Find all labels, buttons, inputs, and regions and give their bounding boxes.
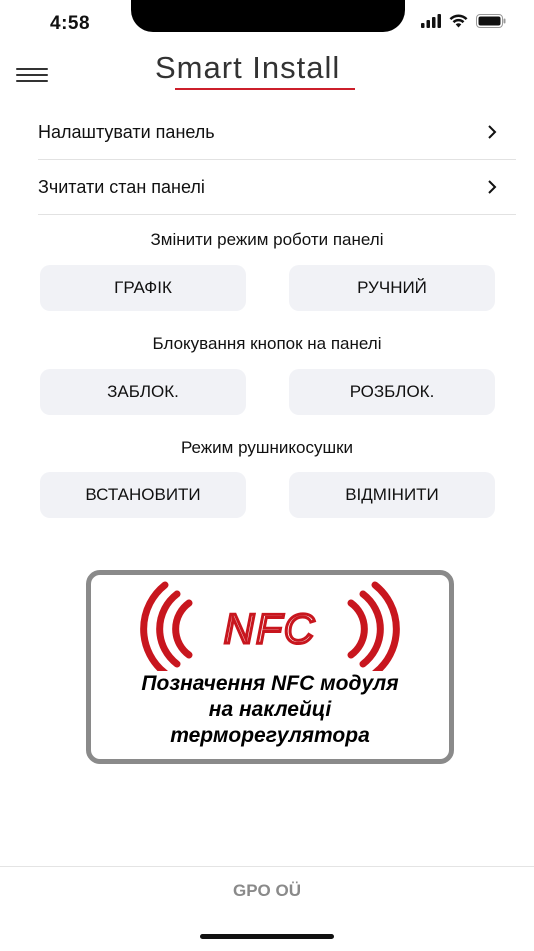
nfc-sticker-card: NFC Позначення NFC модуля на наклейці те… — [86, 570, 454, 764]
unlock-button[interactable]: РОЗБЛОК. — [289, 369, 495, 415]
hamburger-menu-icon[interactable] — [16, 64, 48, 86]
status-icons — [421, 14, 506, 28]
manual-mode-button[interactable]: РУЧНИЙ — [289, 265, 495, 311]
logo-underline — [175, 88, 355, 90]
home-indicator[interactable] — [200, 934, 334, 939]
mode-section-title: Змінити режим роботи панелі — [150, 230, 384, 249]
lock-section-title: Блокування кнопок на панелі — [152, 334, 382, 353]
app-logo: Smart Install — [155, 50, 385, 94]
nfc-logo-icon: NFC — [140, 581, 400, 671]
lock-button[interactable]: ЗАБЛОК. — [40, 369, 246, 415]
footer-company: GPO OÜ — [232, 881, 301, 900]
battery-icon — [476, 14, 506, 28]
chevron-right-icon — [488, 125, 497, 139]
wifi-icon — [449, 14, 468, 28]
read-panel-state-label: Зчитати стан панелі — [38, 176, 205, 197]
chevron-right-icon — [488, 180, 497, 194]
status-time: 4:58 — [50, 13, 91, 34]
nfc-logo-text: NFC — [224, 605, 316, 652]
read-panel-state-row[interactable]: Зчитати стан панелі — [38, 160, 516, 215]
nfc-caption-line-2: на наклейці — [208, 698, 332, 721]
cancel-button[interactable]: ВІДМІНИТИ — [289, 472, 495, 518]
app-header: Smart Install — [0, 46, 534, 102]
set-button[interactable]: ВСТАНОВИТИ — [40, 472, 246, 518]
schedule-mode-button[interactable]: ГРАФІК — [40, 265, 246, 311]
device-notch — [131, 0, 405, 32]
nfc-caption-line-1: Позначення NFC модуля — [141, 672, 399, 695]
towel-dryer-section-title: Режим рушникосушки — [180, 438, 354, 457]
logo-text: Smart Install — [155, 50, 341, 85]
configure-panel-row[interactable]: Налаштувати панель — [38, 105, 516, 160]
configure-panel-label: Налаштувати панель — [38, 121, 215, 142]
status-bar: 4:58 — [0, 0, 534, 46]
signal-icon — [421, 14, 441, 28]
nfc-caption-line-3: терморегулятора — [170, 724, 370, 747]
